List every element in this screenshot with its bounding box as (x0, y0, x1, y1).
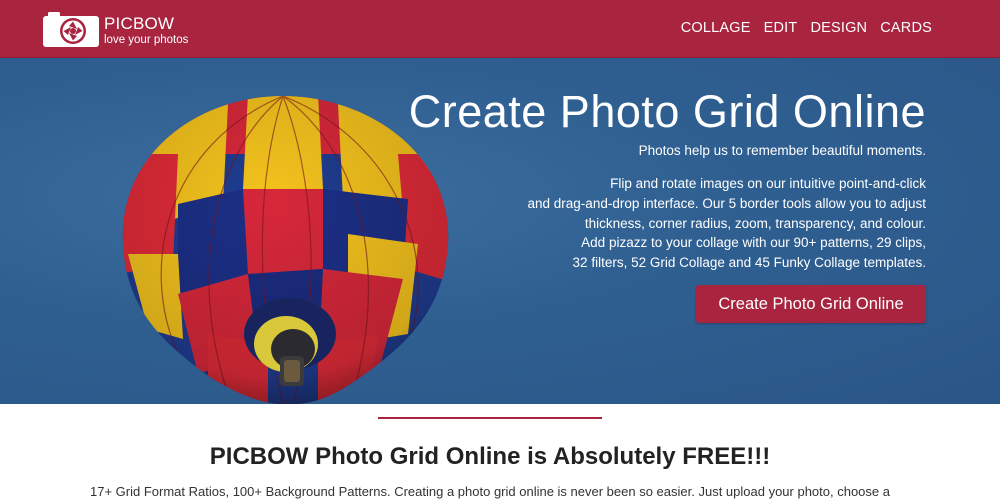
brand-tagline: love your photos (104, 33, 189, 46)
hero-description-line: Add pizazz to your collage with our 90+ … (581, 235, 926, 251)
nav-item-collage[interactable]: COLLAGE (681, 20, 751, 36)
main-nav: COLLAGE EDIT DESIGN CARDS (668, 20, 932, 36)
hero-description-line: 32 filters, 52 Grid Collage and 45 Funky… (572, 255, 926, 271)
hero-description-line: Flip and rotate images on our intuitive … (610, 176, 926, 191)
site-header: PICBOW love your photos COLLAGE EDIT DES… (0, 0, 1000, 58)
section-description: 17+ Grid Format Ratios, 100+ Background … (90, 484, 890, 499)
section-divider (378, 417, 602, 419)
hero-title: Create Photo Grid Online (408, 86, 926, 137)
nav-item-edit[interactable]: EDIT (764, 20, 798, 36)
hero-description-line: and drag-and-drop interface. Our 5 borde… (527, 195, 926, 211)
section-title-prefix: PICBOW Photo Grid Online is (209, 443, 548, 470)
hero-description-line: thickness, corner radius, zoom, transpar… (584, 215, 926, 231)
hero-description: Flip and rotate images on our intuitive … (466, 174, 926, 273)
brand-name: PICBOW (104, 13, 175, 33)
brand-logo[interactable]: PICBOW love your photos (42, 11, 188, 48)
hero-banner: Create Photo Grid Online Photos help us … (0, 58, 1000, 404)
nav-item-cards[interactable]: CARDS (880, 20, 932, 36)
hot-air-balloon-image (122, 96, 449, 404)
camera-aperture-logo-icon (42, 11, 100, 48)
section-title-suffix: FREE!!! (682, 443, 771, 470)
section-title-emphasis: Absolutely (552, 443, 676, 470)
nav-item-design[interactable]: DESIGN (810, 20, 867, 36)
create-photo-grid-button[interactable]: Create Photo Grid Online (696, 285, 926, 323)
hero-subtitle: Photos help us to remember beautiful mom… (638, 143, 926, 158)
section-title: PICBOW Photo Grid Online is Absolutely F… (0, 443, 980, 471)
